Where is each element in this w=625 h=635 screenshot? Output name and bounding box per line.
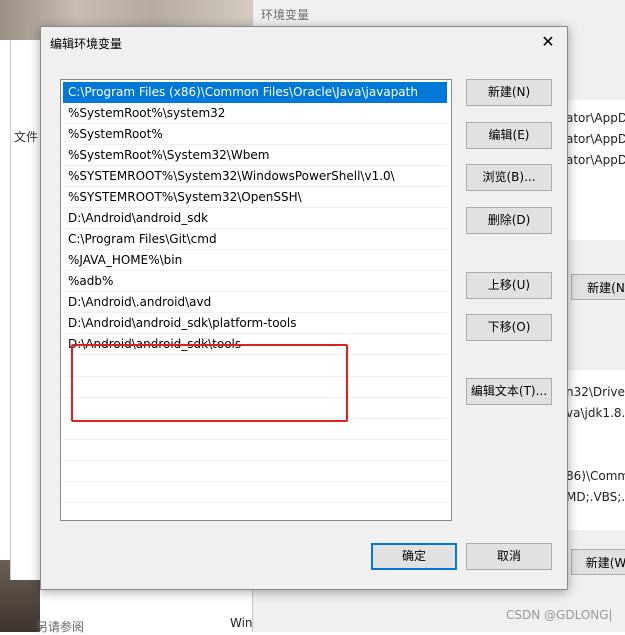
edit-text-button[interactable]: 编辑文本(T)... [466, 378, 552, 405]
path-entry[interactable]: %SystemRoot%\system32 [63, 103, 447, 124]
sys-var-value[interactable]: MD;.VBS;.VB [566, 490, 625, 504]
move-up-button[interactable]: 上移(U) [466, 272, 552, 299]
empty-list-row[interactable] [63, 481, 447, 503]
background-explorer-window [10, 40, 43, 580]
sys-var-value[interactable]: n32\Drivers [566, 385, 625, 399]
path-entry[interactable]: %SYSTEMROOT%\System32\OpenSSH\ [63, 187, 447, 208]
edit-env-var-dialog: 编辑环境变量 ✕ C:\Program Files (x86)\Common F… [40, 26, 568, 590]
path-entry[interactable]: %SystemRoot% [63, 124, 447, 145]
path-entry[interactable]: D:\Android\android_sdk [63, 208, 447, 229]
empty-list-row[interactable] [63, 439, 447, 461]
sys-new-button[interactable]: 新建(W [571, 549, 625, 575]
path-entry[interactable]: %adb% [63, 271, 447, 292]
path-entry[interactable]: %SYSTEMROOT%\System32\WindowsPowerShell\… [63, 166, 447, 187]
see-also-label: 另请参阅 [36, 620, 85, 634]
user-var-value[interactable]: ator\AppD [566, 111, 625, 125]
empty-list-row[interactable] [63, 460, 447, 482]
user-new-button[interactable]: 新建(N [571, 274, 625, 300]
env-window-title: 环境变量 [261, 8, 310, 22]
annotation-highlight-box [71, 344, 348, 422]
ok-button[interactable]: 确定 [371, 543, 457, 570]
path-entries-list[interactable]: C:\Program Files (x86)\Common Files\Orac… [60, 79, 452, 521]
sys-var-value[interactable]: va\jdk1.8.0 [566, 406, 625, 420]
browse-button[interactable]: 浏览(B)... [466, 164, 552, 191]
path-entry[interactable]: D:\Android\.android\avd [63, 292, 447, 313]
delete-button[interactable]: 删除(D) [466, 207, 552, 234]
path-entry[interactable]: %SystemRoot%\System32\Wbem [63, 145, 447, 166]
user-var-value[interactable]: ator\AppD [566, 153, 625, 167]
explorer-menu-file[interactable]: 文件 [14, 128, 38, 145]
windows-label: Win [230, 616, 253, 630]
empty-list-row[interactable] [63, 502, 447, 520]
edit-button[interactable]: 编辑(E) [466, 122, 552, 149]
cancel-button[interactable]: 取消 [466, 543, 552, 570]
path-entry[interactable]: C:\Program Files\Git\cmd [63, 229, 447, 250]
path-entry[interactable]: C:\Program Files (x86)\Common Files\Orac… [63, 82, 447, 103]
sys-var-value[interactable]: 86)\Comm [566, 469, 625, 483]
watermark-text: CSDN @GDLONG| [506, 608, 613, 622]
dialog-title: 编辑环境变量 [50, 37, 123, 51]
path-entry[interactable]: %JAVA_HOME%\bin [63, 250, 447, 271]
move-down-button[interactable]: 下移(O) [466, 314, 552, 341]
new-button[interactable]: 新建(N) [466, 79, 552, 106]
close-icon[interactable]: ✕ [535, 31, 561, 53]
user-var-value[interactable]: ator\AppD [566, 132, 625, 146]
path-entry[interactable]: D:\Android\android_sdk\platform-tools [63, 313, 447, 334]
